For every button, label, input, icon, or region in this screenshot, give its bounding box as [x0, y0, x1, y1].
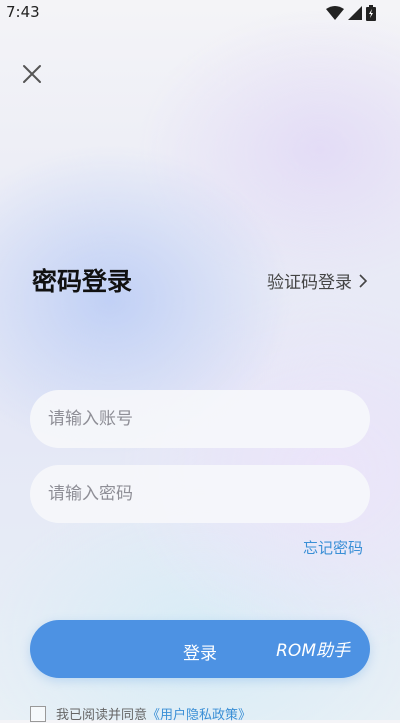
watermark-text: ROM助手: [276, 641, 350, 661]
agreement-checkbox[interactable]: [30, 705, 46, 722]
privacy-policy-link[interactable]: 《用户隐私政策》: [147, 708, 251, 723]
chevron-right-icon: [359, 273, 368, 288]
battery-icon: [366, 5, 376, 21]
close-icon: [23, 65, 41, 83]
wifi-icon: [326, 6, 344, 20]
agreement: 我已阅读并同意《用户隐私政策》: [30, 704, 251, 723]
password-field-container: [30, 465, 370, 523]
login-button[interactable]: 登录 ROM助手: [30, 620, 370, 678]
agreement-text: 我已阅读并同意: [56, 708, 148, 723]
account-input[interactable]: [30, 390, 370, 448]
status-bar: 7:43: [0, 0, 400, 26]
signal-icon: [348, 6, 362, 20]
sms-login-label: 验证码登录: [267, 273, 352, 293]
password-input[interactable]: [30, 465, 370, 523]
sms-login-link[interactable]: 验证码登录: [267, 268, 368, 293]
forgot-password-link[interactable]: 忘记密码: [303, 537, 363, 558]
account-field-container: [30, 390, 370, 448]
status-time: 7:43: [6, 3, 40, 21]
page-title: 密码登录: [32, 267, 133, 296]
status-icons: [326, 5, 376, 21]
close-button[interactable]: [18, 60, 46, 88]
